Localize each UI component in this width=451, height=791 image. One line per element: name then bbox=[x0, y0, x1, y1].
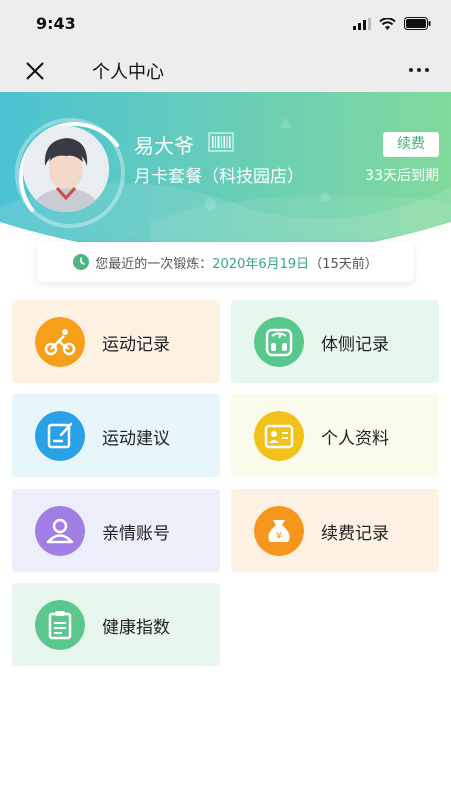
avatar-image bbox=[23, 126, 109, 212]
wifi-icon bbox=[379, 17, 396, 30]
status-time: 9:43 bbox=[36, 14, 76, 33]
menu-label: 个人资料 bbox=[321, 429, 389, 449]
nav-bar: 个人中心 bbox=[0, 50, 451, 92]
last-exercise-date: 2020年6月19日 bbox=[212, 256, 310, 272]
cycling-icon bbox=[35, 317, 85, 367]
note-edit-icon bbox=[35, 411, 85, 461]
id-card-icon bbox=[254, 411, 304, 461]
status-icons bbox=[353, 17, 431, 30]
menu-tile-exercise-advice[interactable]: 运动建议 bbox=[12, 394, 220, 477]
menu-label: 体侧记录 bbox=[321, 335, 389, 355]
menu-label: 亲情账号 bbox=[102, 524, 170, 544]
avatar[interactable] bbox=[23, 126, 109, 212]
close-icon[interactable] bbox=[24, 60, 46, 82]
menu-label: 运动记录 bbox=[102, 335, 170, 355]
barcode-icon[interactable] bbox=[208, 132, 234, 152]
renew-button[interactable]: 续费 bbox=[383, 132, 439, 157]
menu-label: 健康指数 bbox=[102, 618, 170, 638]
clock-icon bbox=[73, 254, 90, 270]
menu-tile-exercise-record[interactable]: 运动记录 bbox=[12, 300, 220, 383]
menu-tile-renewal-record[interactable]: ¥ 续费记录 bbox=[231, 489, 439, 572]
body-scale-icon bbox=[254, 317, 304, 367]
money-bag-icon: ¥ bbox=[254, 506, 304, 556]
clipboard-icon bbox=[35, 600, 85, 650]
expire-text: 33天后到期 bbox=[365, 168, 439, 184]
menu-tile-body-test-record[interactable]: 体侧记录 bbox=[231, 300, 439, 383]
last-exercise-suffix: （15天前） bbox=[309, 256, 378, 272]
menu-tile-personal-info[interactable]: 个人资料 bbox=[231, 394, 439, 477]
page-title: 个人中心 bbox=[92, 62, 164, 83]
signal-icon bbox=[353, 17, 371, 30]
status-bar: 9:43 bbox=[0, 0, 451, 50]
more-icon[interactable] bbox=[409, 68, 429, 72]
plan-name: 月卡套餐（科技园店） bbox=[134, 167, 304, 187]
user-icon bbox=[35, 506, 85, 556]
menu-label: 续费记录 bbox=[321, 524, 389, 544]
menu-label: 运动建议 bbox=[102, 429, 170, 449]
last-exercise-prefix: 您最近的一次锻炼： bbox=[95, 256, 213, 272]
battery-icon bbox=[404, 17, 431, 30]
svg-text:¥: ¥ bbox=[276, 531, 282, 542]
menu-tile-health-index[interactable]: 健康指数 bbox=[12, 583, 220, 666]
last-exercise-banner: 您最近的一次锻炼： 2020年6月19日 （15天前） bbox=[37, 242, 414, 282]
user-name: 易大爷 bbox=[134, 134, 194, 158]
menu-tile-family-account[interactable]: 亲情账号 bbox=[12, 489, 220, 572]
